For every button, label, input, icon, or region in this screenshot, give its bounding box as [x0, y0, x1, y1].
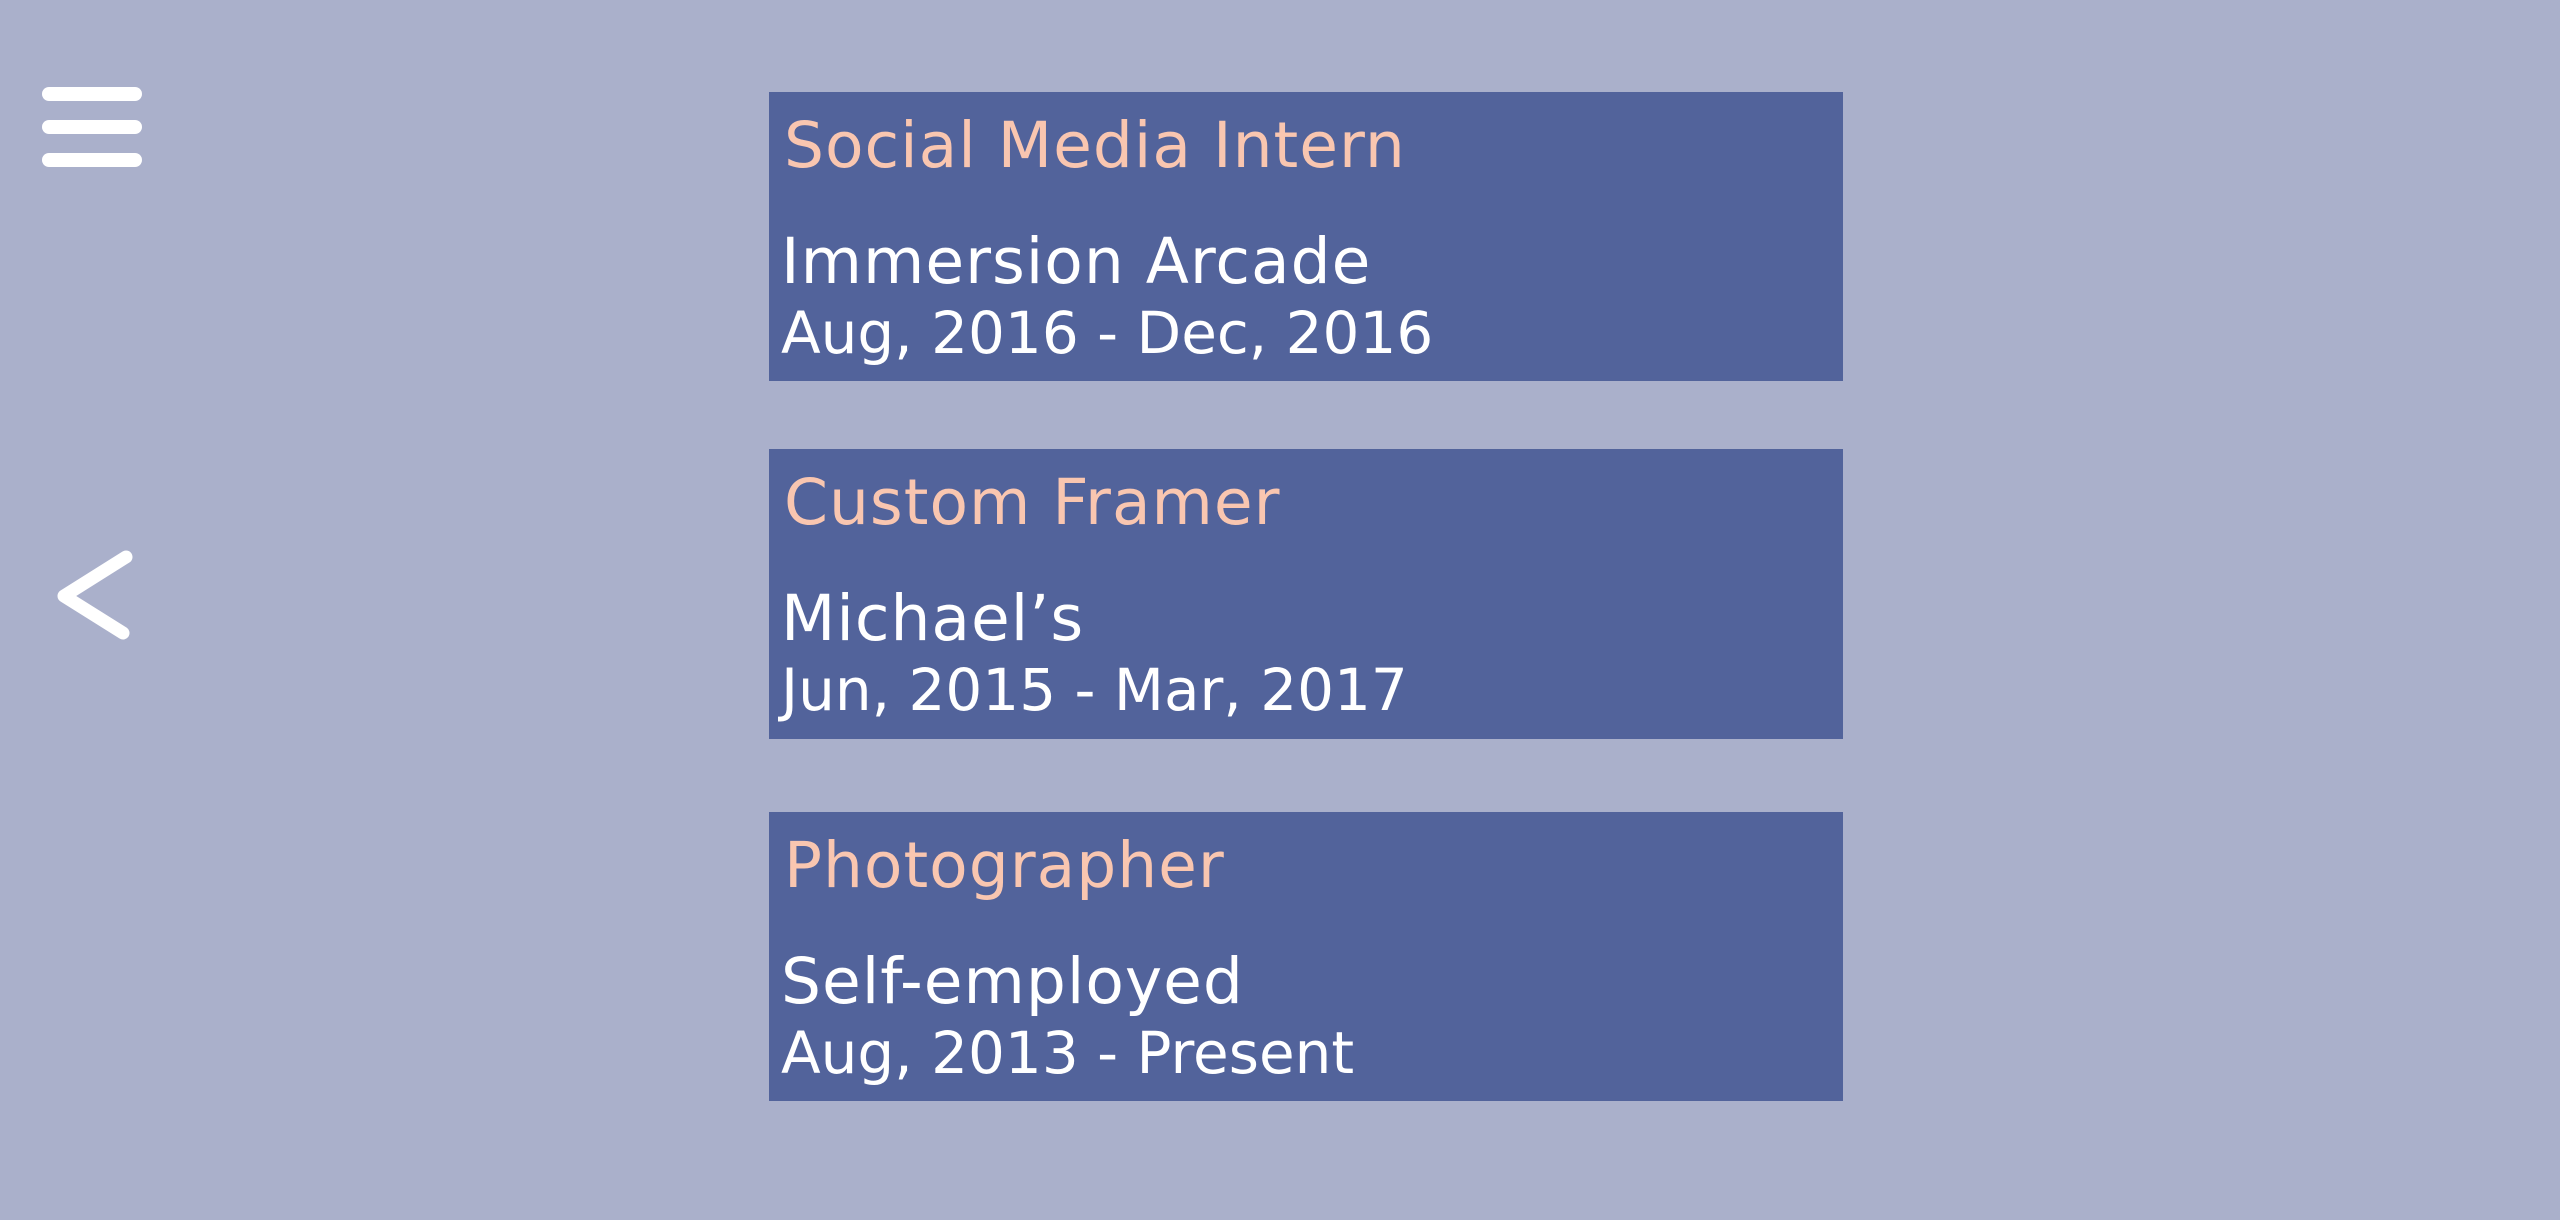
company-name: Self-employed	[781, 945, 1244, 1018]
employment-dates: Aug, 2016 - Dec, 2016	[781, 299, 1434, 367]
experience-card: Social Media Intern Immersion Arcade Aug…	[769, 92, 1843, 381]
job-title: Social Media Intern	[784, 109, 1406, 182]
company-name: Michael’s	[781, 582, 1085, 655]
chevron-left-icon	[57, 550, 133, 640]
experience-card: Custom Framer Michael’s Jun, 2015 - Mar,…	[769, 449, 1843, 739]
hamburger-menu-icon-bar	[42, 87, 142, 101]
job-title: Custom Framer	[784, 466, 1281, 539]
experience-card: Photographer Self-employed Aug, 2013 - P…	[769, 812, 1843, 1101]
menu-button[interactable]	[40, 84, 144, 170]
job-title: Photographer	[784, 829, 1225, 902]
back-button[interactable]	[50, 545, 150, 650]
company-name: Immersion Arcade	[781, 225, 1372, 298]
hamburger-menu-icon-bar	[42, 120, 142, 134]
employment-dates: Aug, 2013 - Present	[781, 1019, 1355, 1087]
employment-dates: Jun, 2015 - Mar, 2017	[781, 656, 1408, 724]
hamburger-menu-icon-bar	[42, 153, 142, 167]
